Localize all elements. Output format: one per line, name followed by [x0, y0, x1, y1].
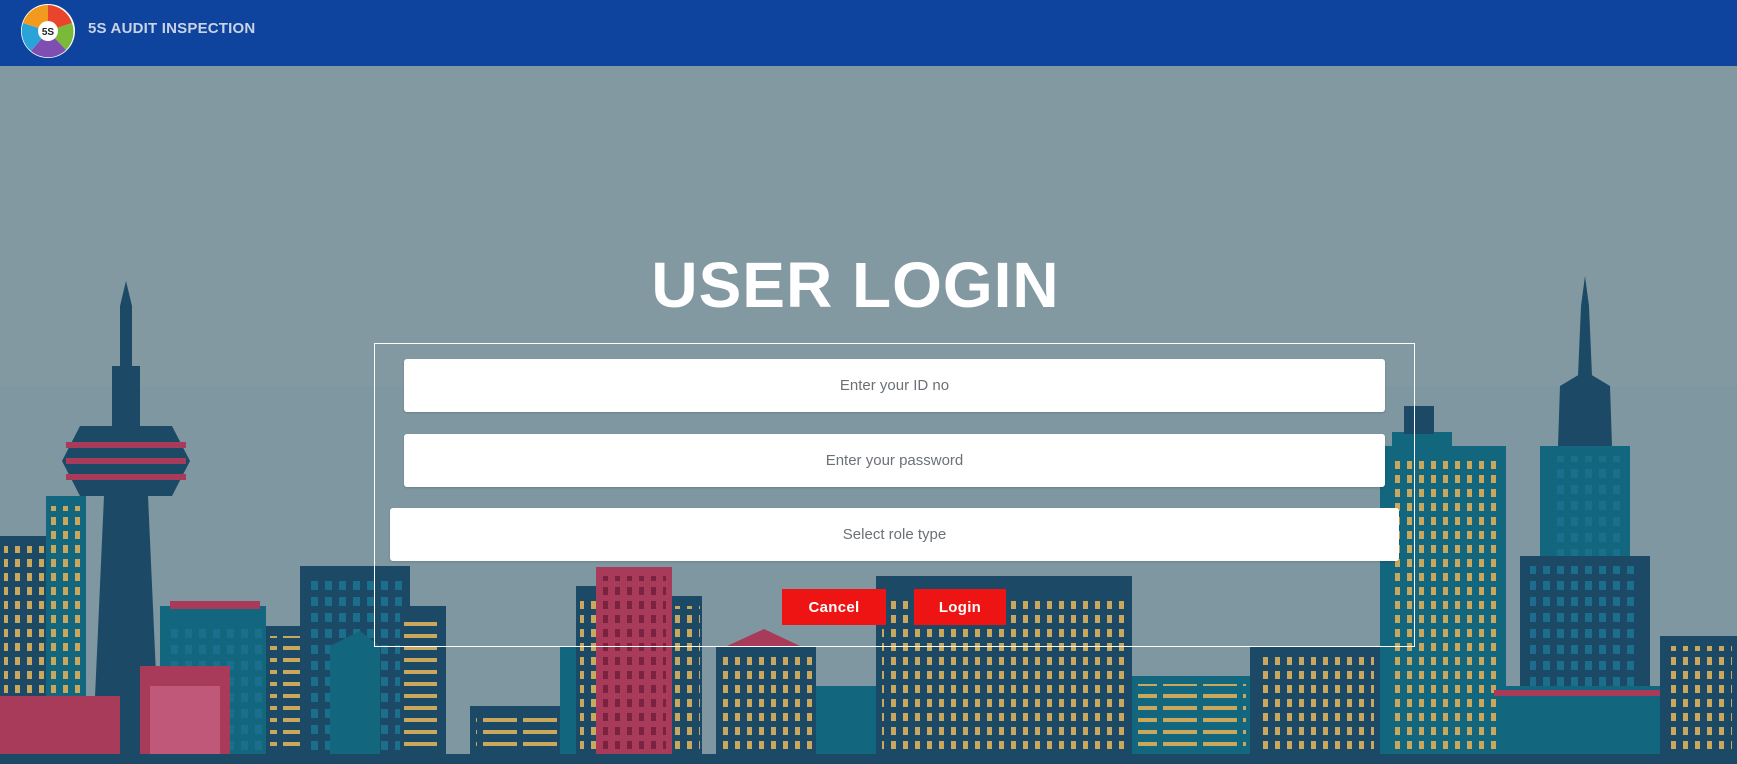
top-navbar: 5S 5S AUDIT INSPECTION — [0, 0, 1737, 66]
role-type-select[interactable]: Select role type — [390, 508, 1399, 561]
id-number-input[interactable] — [404, 359, 1385, 412]
cancel-button[interactable]: Cancel — [782, 589, 886, 625]
login-button[interactable]: Login — [914, 589, 1006, 625]
role-type-select-label: Select role type — [842, 526, 947, 543]
password-input[interactable] — [404, 434, 1385, 487]
logo-text: 5S — [42, 27, 55, 38]
page-title: USER LOGIN — [651, 249, 1060, 321]
5s-logo-icon[interactable]: 5S — [20, 3, 76, 59]
app-brand-title[interactable]: 5S AUDIT INSPECTION — [88, 20, 255, 37]
